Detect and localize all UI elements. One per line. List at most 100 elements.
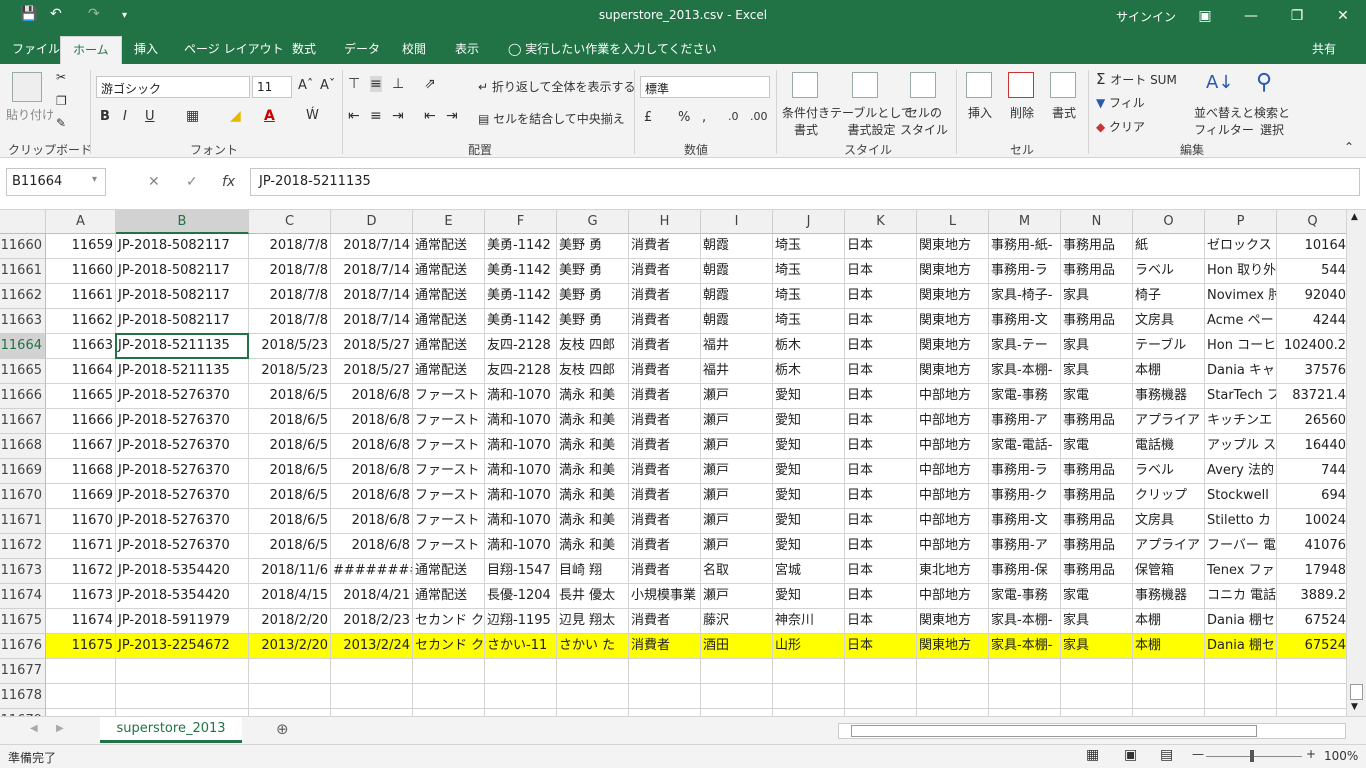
align-middle-icon[interactable]: ≡ (370, 76, 382, 92)
bold-icon[interactable]: B (100, 109, 110, 124)
table-cell[interactable]: 家電-事務 (989, 584, 1061, 609)
table-cell[interactable]: 通常配送 (413, 334, 485, 359)
table-cell[interactable]: JP-2013-2254672 (116, 634, 249, 659)
table-cell[interactable]: 消費者 (629, 509, 701, 534)
row-header[interactable]: 11676 (0, 634, 46, 659)
table-cell[interactable]: 家具 (1061, 284, 1133, 309)
table-cell[interactable]: JP-2018-5082117 (116, 284, 249, 309)
sort-filter-button[interactable]: 並べ替えと フィルター (1194, 104, 1254, 138)
table-cell[interactable]: Novimex 肘 (1205, 284, 1277, 309)
vertical-scrollbar[interactable]: ▲ ▼ (1346, 210, 1366, 716)
table-cell[interactable]: 日本 (845, 259, 917, 284)
table-cell[interactable]: 10024 (1277, 509, 1346, 534)
h-scroll-thumb[interactable] (851, 725, 1257, 737)
row-header[interactable]: 11675 (0, 609, 46, 634)
table-cell[interactable]: テーブル (1133, 334, 1205, 359)
increase-decimal-icon[interactable]: .0 (728, 110, 739, 123)
table-cell[interactable]: 関東地方 (917, 334, 989, 359)
table-cell[interactable]: 2018/7/8 (249, 259, 331, 284)
merge-center-button[interactable]: ▤ セルを結合して中央揃え (478, 110, 625, 127)
table-cell[interactable]: 11659 (46, 234, 116, 259)
table-cell[interactable]: 朝霞 (701, 234, 773, 259)
row-header[interactable]: 11677 (0, 659, 46, 684)
table-cell[interactable]: 美野 勇 (557, 234, 629, 259)
table-cell[interactable]: 福井 (701, 359, 773, 384)
table-cell[interactable] (845, 684, 917, 709)
close-button[interactable]: ✕ (1328, 4, 1358, 28)
row-header[interactable]: 11678 (0, 684, 46, 709)
table-cell[interactable]: 消費者 (629, 434, 701, 459)
insert-cells-icon[interactable] (966, 72, 992, 98)
table-cell[interactable]: 藤沢 (701, 609, 773, 634)
column-header[interactable]: N (1061, 210, 1133, 234)
table-cell[interactable]: 消費者 (629, 634, 701, 659)
table-cell[interactable]: 事務用品 (1061, 309, 1133, 334)
align-right-icon[interactable]: ⇥ (392, 108, 404, 124)
table-cell[interactable]: 本棚 (1133, 609, 1205, 634)
table-cell[interactable]: JP-2018-5276370 (116, 509, 249, 534)
table-cell[interactable]: 小規模事業 (629, 584, 701, 609)
table-cell[interactable] (1133, 709, 1205, 716)
table-cell[interactable] (917, 684, 989, 709)
table-cell[interactable]: 11670 (46, 509, 116, 534)
table-cell[interactable] (629, 684, 701, 709)
table-cell[interactable] (773, 709, 845, 716)
table-cell[interactable] (46, 659, 116, 684)
table-cell[interactable]: 事務用品 (1061, 459, 1133, 484)
table-cell[interactable]: 日本 (845, 559, 917, 584)
table-cell[interactable]: 愛知 (773, 584, 845, 609)
table-cell[interactable]: 41076 (1277, 534, 1346, 559)
table-cell[interactable]: 埼玉 (773, 284, 845, 309)
table-cell[interactable]: 美勇-1142 (485, 259, 557, 284)
table-cell[interactable] (485, 659, 557, 684)
column-header[interactable]: J (773, 210, 845, 234)
table-cell[interactable]: 栃木 (773, 334, 845, 359)
table-cell[interactable]: 椅子 (1133, 284, 1205, 309)
column-header[interactable]: A (46, 210, 116, 234)
table-cell[interactable]: Avery 法的 (1205, 459, 1277, 484)
column-header[interactable]: M (989, 210, 1061, 234)
zoom-slider-thumb[interactable] (1250, 750, 1254, 762)
phonetic-icon[interactable]: Ẃ (306, 108, 319, 123)
table-cell[interactable]: JP-2018-5276370 (116, 434, 249, 459)
table-cell[interactable]: 満永 和美 (557, 484, 629, 509)
table-cell[interactable]: 満和-1070 (485, 384, 557, 409)
table-cell[interactable]: 2018/6/5 (249, 459, 331, 484)
table-cell[interactable]: 家電 (1061, 384, 1133, 409)
table-cell[interactable]: ファースト (413, 509, 485, 534)
table-cell[interactable]: 2018/6/5 (249, 509, 331, 534)
table-cell[interactable]: 日本 (845, 284, 917, 309)
table-cell[interactable]: 2013/2/20 (249, 634, 331, 659)
table-cell[interactable]: 消費者 (629, 384, 701, 409)
table-cell[interactable]: 2018/6/5 (249, 384, 331, 409)
table-cell[interactable]: 中部地方 (917, 484, 989, 509)
table-cell[interactable]: 11661 (46, 284, 116, 309)
table-cell[interactable]: 日本 (845, 534, 917, 559)
paste-button[interactable]: 貼り付け (6, 106, 54, 123)
table-cell[interactable]: 2018/6/8 (331, 434, 413, 459)
table-cell[interactable]: 37576 (1277, 359, 1346, 384)
table-cell[interactable] (989, 709, 1061, 716)
table-cell[interactable]: 山形 (773, 634, 845, 659)
table-cell[interactable]: 文房具 (1133, 509, 1205, 534)
table-cell[interactable]: 瀬戸 (701, 459, 773, 484)
table-cell[interactable]: 事務用-紙- (989, 234, 1061, 259)
sheet-prev-icon[interactable]: ◀ (30, 723, 38, 734)
orientation-icon[interactable]: ⇗ (424, 76, 436, 92)
table-cell[interactable]: ファースト (413, 409, 485, 434)
table-cell[interactable]: 2018/6/8 (331, 534, 413, 559)
table-cell[interactable]: JP-2018-5211135 (116, 359, 249, 384)
fill-button[interactable]: ▼ フィル (1096, 94, 1145, 111)
table-cell[interactable]: ファースト (413, 484, 485, 509)
table-cell[interactable]: 家具 (1061, 609, 1133, 634)
table-cell[interactable]: 2018/6/8 (331, 384, 413, 409)
table-cell[interactable]: クリップ (1133, 484, 1205, 509)
table-cell[interactable]: 事務機器 (1133, 384, 1205, 409)
column-header[interactable]: L (917, 210, 989, 234)
table-cell[interactable]: キッチンエ (1205, 409, 1277, 434)
table-cell[interactable]: 家具-本棚- (989, 359, 1061, 384)
table-cell[interactable] (249, 709, 331, 716)
table-cell[interactable]: 関東地方 (917, 259, 989, 284)
table-cell[interactable]: JP-2018-5276370 (116, 534, 249, 559)
underline-icon[interactable]: U (145, 109, 155, 124)
